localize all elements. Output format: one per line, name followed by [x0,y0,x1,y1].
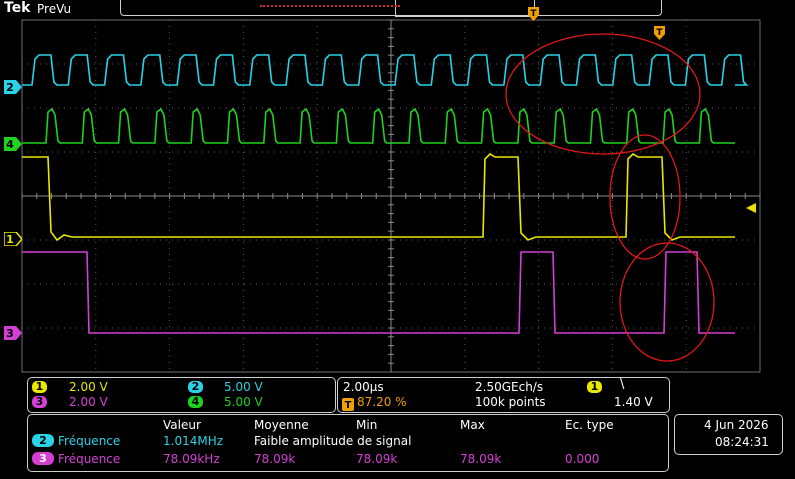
measurement-header-max: Max [460,418,485,432]
ch3-waveform [22,251,735,334]
measurement-header-mean: Moyenne [254,418,309,432]
ch2-marker-label: 2 [6,81,14,94]
measurement-header-stddev: Ec. type [565,418,614,432]
ch2-waveform [22,54,749,86]
trigger-position-glyph: T [345,400,352,411]
measurement-row-2-name[interactable]: Fréquence [58,452,120,466]
ch1-scale[interactable]: 2.00 V [69,380,108,394]
measurement-header-value: Valeur [163,418,201,432]
ch2-ground-marker[interactable]: 2 [4,79,22,98]
trigger-position-icon: T [342,396,354,411]
trigger-glyph: T [530,9,537,19]
measurement-row-1-name[interactable]: Fréquence [58,434,120,448]
trigger-marker-right[interactable]: T [654,25,665,40]
trigger-glyph-right: T [656,28,663,38]
trigger-slope-icon: \ [620,377,625,392]
measurement-row-1-mean: Faible amplitude de signal [254,434,412,448]
time-readout: 08:24:31 [715,435,769,449]
ch3-scale[interactable]: 2.00 V [69,395,108,409]
trigger-position-readout[interactable]: 87.20 % [357,395,407,409]
record-length-readout[interactable]: 100k points [475,395,546,409]
ch4-marker-label: 4 [6,138,14,151]
ch4-ground-marker[interactable]: 4 [4,136,22,155]
measurement-row-2-min: 78.09k [356,452,398,466]
measurement-row-2-max: 78.09k [460,452,502,466]
trigger-level-readout[interactable]: 1.40 V [614,395,653,409]
ch2-scale[interactable]: 5.00 V [224,380,263,394]
measurement-row-2-mean: 78.09k [254,452,296,466]
measurement-header-min: Min [356,418,378,432]
measurement-row-2-chip[interactable]: 3 [32,452,54,465]
ch2-chip[interactable]: 2 [188,381,203,393]
ch3-ground-marker[interactable]: 3 [4,325,22,344]
date-readout: 4 Jun 2026 [704,418,769,432]
ch4-chip[interactable]: 4 [188,396,203,408]
oscilloscope-screen: Tek PreVu T T 2 4 1 3 1 2.00 V 2 5.00 V … [0,0,795,479]
ch4-waveform [22,107,735,144]
measurement-row-2-value: 78.09kHz [163,452,220,466]
ch3-marker-label: 3 [6,327,14,340]
sample-rate-readout[interactable]: 2.50GEch/s [475,380,543,394]
timebase-readout[interactable]: 2.00µs [343,380,384,394]
measurement-row-1-value: 1.014MHz [163,434,224,448]
trigger-source-chip[interactable]: 1 [587,381,602,393]
measurement-row-1-chip[interactable]: 2 [32,434,54,447]
ch1-ground-marker[interactable]: 1 [3,231,23,250]
trigger-level-arrow[interactable] [746,198,756,213]
ch1-waveform [22,152,735,242]
measurement-row-2-stddev: 0.000 [565,452,600,466]
ch1-chip[interactable]: 1 [32,381,47,393]
ch4-scale[interactable]: 5.00 V [224,395,263,409]
trigger-position-marker[interactable]: T [528,6,539,21]
ch3-chip[interactable]: 3 [32,396,47,408]
ch1-marker-label: 1 [6,233,14,246]
